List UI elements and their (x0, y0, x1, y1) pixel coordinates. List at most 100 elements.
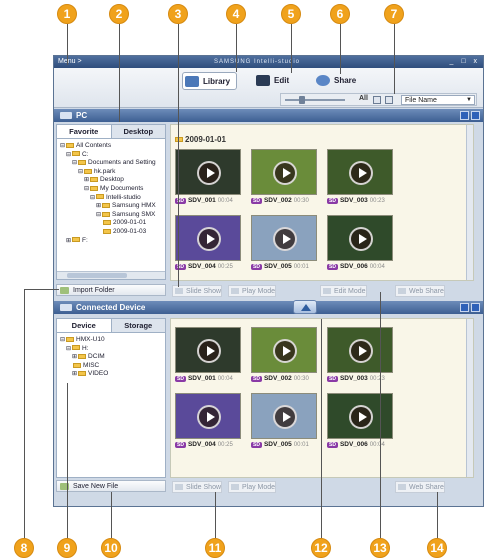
leader-line-11 (215, 492, 216, 539)
video-thumbnail[interactable]: SD SDV_003 00:23 (327, 149, 395, 209)
play-mode-button[interactable]: Play Mode (228, 285, 277, 297)
tab-favorite[interactable]: Favorite (57, 125, 112, 138)
thumbnail-label: SD SDV_003 00:23 (327, 197, 385, 204)
slide-show-button[interactable]: Slide Show (172, 285, 223, 297)
tree-node[interactable]: ⊟ Samsung SMX (60, 211, 156, 220)
video-thumbnail[interactable]: SD SDV_001 00:04 (175, 149, 243, 209)
video-thumbnail[interactable]: SD SDV_005 00:01 (251, 393, 319, 453)
expander-icon[interactable]: ⊟ (66, 152, 71, 158)
tree-node[interactable]: ⊟ HMX-U10 (60, 336, 108, 345)
horizontal-scrollbar[interactable] (57, 271, 165, 279)
expander-icon[interactable]: ⊟ (60, 337, 65, 343)
leader-line-13 (380, 292, 381, 539)
video-thumbnail[interactable]: SD SDV_001 00:04 (175, 327, 243, 387)
expander-icon[interactable]: ⊞ (84, 177, 89, 183)
duration: 00:30 (293, 376, 309, 382)
video-thumbnail[interactable]: SD SDV_003 00:23 (327, 327, 395, 387)
expander-icon[interactable]: ⊟ (96, 212, 101, 218)
window-controls[interactable]: _ □ x (449, 56, 480, 68)
sd-badge: SD (251, 198, 262, 204)
sort-select[interactable]: File Name ▼ (401, 95, 475, 105)
file-name: SDV_002 (263, 375, 292, 382)
list-view-icon[interactable] (385, 96, 393, 104)
view-all-button[interactable]: All (359, 95, 368, 102)
library-mode-button[interactable]: Library (182, 72, 238, 90)
expander-icon[interactable]: ⊞ (66, 238, 71, 244)
video-thumbnail[interactable]: SD SDV_006 00:04 (327, 393, 395, 453)
zoom-slider-knob[interactable] (299, 96, 305, 104)
panel-minimize-icon[interactable] (460, 303, 469, 312)
thumbnail-image (251, 149, 317, 195)
edit-mode-icon (323, 288, 331, 294)
tree-node[interactable]: ⊟ C: (60, 151, 156, 160)
zoom-slider-track[interactable] (285, 99, 345, 101)
panel-maximize-icon[interactable] (471, 111, 480, 120)
save-new-file-button[interactable]: Save New File (56, 480, 166, 492)
tree-node[interactable]: ⊞ Desktop (60, 176, 156, 185)
tree-node[interactable]: ⊞ DCIM (60, 353, 108, 362)
leader-line-6 (340, 24, 341, 74)
callout-7: 7 (384, 4, 404, 24)
grid-view-icon[interactable] (373, 96, 381, 104)
video-thumbnail[interactable]: SD SDV_002 00:30 (251, 327, 319, 387)
device-panel-title: Connected Device (76, 303, 146, 312)
video-thumbnail[interactable]: SD SDV_004 00:25 (175, 393, 243, 453)
tree-node[interactable]: ⊟ Intelli-studio (60, 194, 156, 203)
panel-minimize-icon[interactable] (460, 111, 469, 120)
web-share-button[interactable]: Web Share (395, 285, 445, 297)
tab-storage[interactable]: Storage (112, 319, 166, 332)
tree-node[interactable]: ⊞ VIDEO (60, 370, 108, 379)
tab-desktop[interactable]: Desktop (112, 125, 166, 138)
tree-node[interactable]: ⊞ Samsung HMX (60, 202, 156, 211)
expander-icon[interactable]: ⊞ (72, 354, 77, 360)
web-share-label: Web Share (409, 288, 444, 295)
leader-line-2 (119, 24, 120, 122)
menu-button[interactable]: Menu > (58, 56, 82, 68)
tree-node[interactable]: ⊟ All Contents (60, 142, 156, 151)
tab-device[interactable]: Device (57, 319, 112, 332)
play-icon (273, 227, 297, 251)
tree-node[interactable]: ⊟ My Documents (60, 185, 156, 194)
tree-node[interactable]: ⊟ H: (60, 345, 108, 354)
expander-icon[interactable]: ⊟ (66, 346, 71, 352)
video-thumbnail[interactable]: SD SDV_006 00:04 (327, 215, 395, 275)
expander-icon[interactable]: ⊟ (84, 186, 89, 192)
scrollbar-thumb[interactable] (67, 273, 127, 278)
video-thumbnail[interactable]: SD SDV_002 00:30 (251, 149, 319, 209)
transfer-up-button[interactable] (293, 300, 317, 314)
folder-icon (66, 142, 75, 148)
panel-maximize-icon[interactable] (471, 303, 480, 312)
expander-icon[interactable]: ⊞ (72, 371, 77, 377)
edit-mode-button[interactable]: Edit (254, 72, 289, 90)
vertical-scrollbar[interactable] (466, 319, 473, 477)
tree-node[interactable]: 2009-01-03 (60, 228, 156, 237)
tree-node-label: Samsung SMX (112, 210, 156, 218)
expander-icon[interactable]: ⊟ (78, 169, 83, 175)
web-share-label: Web Share (409, 484, 444, 491)
import-folder-button[interactable]: Import Folder (56, 284, 166, 296)
video-thumbnail[interactable]: SD SDV_005 00:01 (251, 215, 319, 275)
edit-mode-action-button[interactable]: Edit Mode (320, 285, 367, 297)
tree-node[interactable]: MISC (60, 362, 108, 371)
expander-icon[interactable]: ⊞ (96, 203, 101, 209)
sd-badge: SD (327, 264, 338, 270)
tree-node-label: F: (82, 236, 88, 244)
play-icon (197, 227, 221, 251)
folder-icon (102, 202, 111, 208)
tree-node[interactable]: ⊟ hk.park (60, 168, 156, 177)
video-thumbnail[interactable]: SD SDV_004 00:25 (175, 215, 243, 275)
expander-icon[interactable]: ⊟ (90, 195, 95, 201)
share-mode-button[interactable]: Share (314, 72, 356, 90)
tree-node[interactable]: 2009-01-01 (60, 219, 156, 228)
play-icon (273, 161, 297, 185)
app-title: SAMSUNG Intelli-studio (214, 59, 301, 65)
play-mode-button[interactable]: Play Mode (228, 481, 277, 493)
tree-node[interactable]: ⊞ F: (60, 237, 156, 246)
edit-icon (256, 75, 270, 86)
expander-icon[interactable]: ⊟ (72, 160, 77, 166)
folder-icon (72, 237, 81, 243)
vertical-scrollbar[interactable] (466, 125, 473, 280)
expander-icon[interactable]: ⊟ (60, 143, 65, 149)
pc-icon (60, 112, 72, 119)
tree-node[interactable]: ⊟ Documents and Setting (60, 159, 156, 168)
